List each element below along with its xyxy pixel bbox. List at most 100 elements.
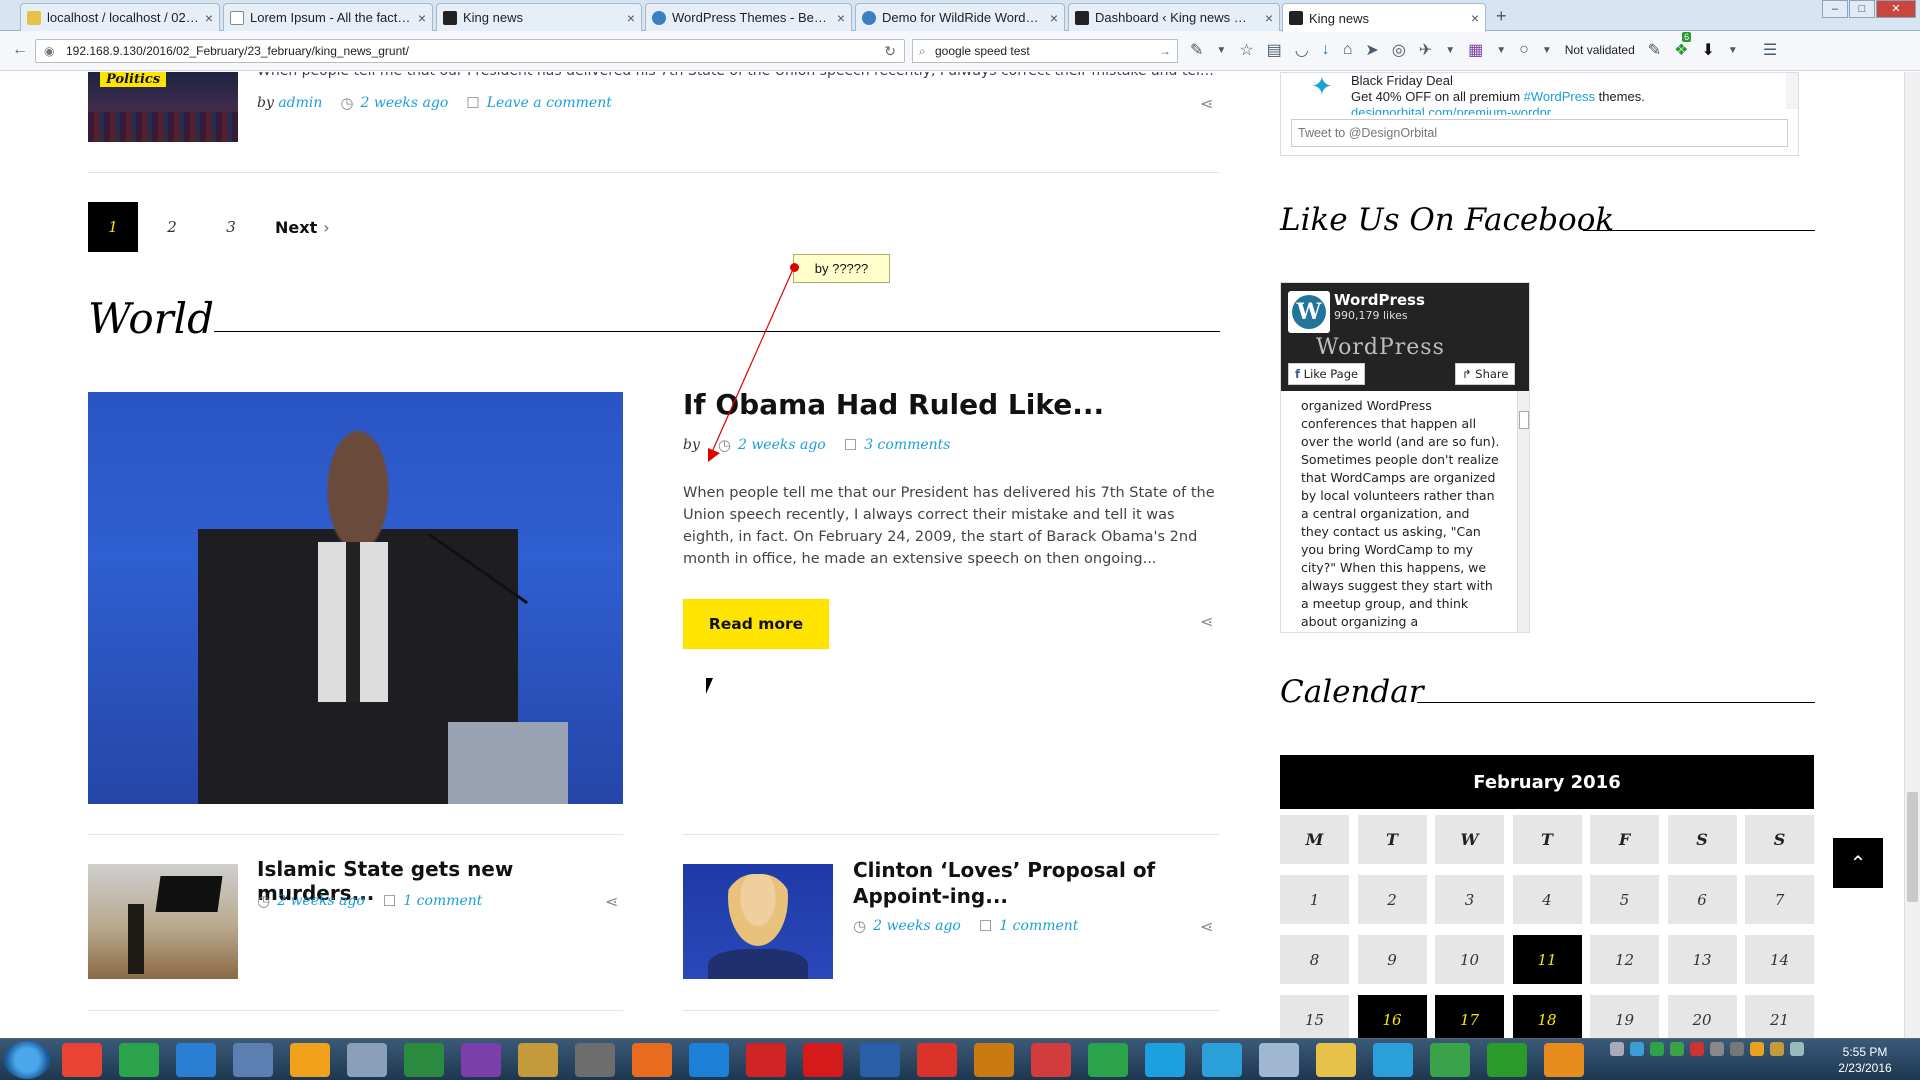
tweet-input[interactable]: Tweet to @DesignOrbital xyxy=(1291,119,1788,147)
calendar-day-with-posts[interactable]: 11 xyxy=(1512,935,1582,984)
chat-icon[interactable]: ◎ xyxy=(1392,40,1406,60)
taskbar-app-icon[interactable] xyxy=(1031,1043,1071,1077)
taskbar-app-icon[interactable] xyxy=(689,1043,729,1077)
pen-icon[interactable] xyxy=(1790,1042,1804,1056)
tray-arrow-icon[interactable] xyxy=(1610,1042,1624,1056)
taskbar-app-icon[interactable] xyxy=(1316,1043,1356,1077)
dropdown-icon[interactable]: ▼ xyxy=(1728,45,1738,56)
browser-tab[interactable]: Dashboard ‹ King news — ... × xyxy=(1068,3,1280,31)
share-icon[interactable]: ⋖ xyxy=(605,892,618,912)
close-tab-icon[interactable]: × xyxy=(837,10,845,26)
taskbar-app-icon[interactable] xyxy=(803,1043,843,1077)
date-link[interactable]: 2 weeks ago xyxy=(277,893,365,909)
taskbar-app-icon[interactable] xyxy=(1259,1043,1299,1077)
browser-tab[interactable]: localhost / localhost / 02-2... × xyxy=(20,3,220,31)
network-icon[interactable] xyxy=(1710,1042,1724,1056)
home-icon[interactable]: ⌂ xyxy=(1343,41,1353,59)
close-tab-icon[interactable]: × xyxy=(418,10,426,26)
taskbar-app-icon[interactable] xyxy=(1145,1043,1185,1077)
back-icon[interactable]: ← xyxy=(12,41,28,59)
dropdown-icon[interactable]: ▼ xyxy=(1496,45,1506,56)
validation-status[interactable]: Not validated xyxy=(1565,43,1635,57)
comments-link[interactable]: Leave a comment xyxy=(487,95,612,111)
hashtag-link[interactable]: #WordPress xyxy=(1524,89,1595,104)
taskbar-app-icon[interactable] xyxy=(974,1043,1014,1077)
scroll-thumb[interactable] xyxy=(1907,792,1918,902)
taskbar-app-icon[interactable] xyxy=(860,1043,900,1077)
featured-image[interactable] xyxy=(88,392,623,804)
post-thumbnail[interactable] xyxy=(683,864,833,979)
status-circle-icon[interactable]: ○ xyxy=(1519,41,1529,59)
dropdown-icon[interactable]: ▼ xyxy=(1216,45,1226,56)
taskbar-app-icon[interactable] xyxy=(1373,1043,1413,1077)
close-tab-icon[interactable]: × xyxy=(627,10,635,26)
facebook-page-name[interactable]: WordPress xyxy=(1334,291,1425,309)
close-window-icon[interactable]: ✕ xyxy=(1876,0,1916,18)
comments-link[interactable]: 3 comments xyxy=(864,437,950,453)
pocket-edit-icon[interactable]: ✎ xyxy=(1190,40,1203,60)
next-page-link[interactable]: Next › xyxy=(275,218,330,237)
maximize-icon[interactable]: □ xyxy=(1849,0,1875,18)
taskbar-app-icon[interactable] xyxy=(518,1043,558,1077)
browser-tab[interactable]: Demo for WildRide WordPr... × xyxy=(855,3,1065,31)
download-arrow-icon[interactable]: ⬇ xyxy=(1702,40,1715,60)
tray-app-icon[interactable] xyxy=(1630,1042,1644,1056)
taskbar-app-icon[interactable] xyxy=(746,1043,786,1077)
wordpress-logo-icon[interactable]: W xyxy=(1288,291,1330,333)
pocket-icon[interactable]: ◡ xyxy=(1295,40,1309,60)
category-tag[interactable]: Politics xyxy=(100,72,167,87)
author-link[interactable]: admin xyxy=(278,95,322,111)
comments-link[interactable]: 1 comment xyxy=(403,893,482,909)
new-tab-icon[interactable]: + xyxy=(1496,6,1507,27)
facebook-scrollbar[interactable] xyxy=(1517,391,1529,632)
like-page-button[interactable]: f Like Page xyxy=(1288,363,1366,385)
system-clock[interactable]: 5:55 PM 2/23/2016 xyxy=(1820,1044,1910,1076)
taskbar-app-icon[interactable] xyxy=(632,1043,672,1077)
taskbar-app-icon[interactable] xyxy=(575,1043,615,1077)
calendar-day-with-posts[interactable]: 18 xyxy=(1512,995,1582,1044)
close-tab-icon[interactable]: × xyxy=(205,10,213,26)
tray-app-icon[interactable] xyxy=(1670,1042,1684,1056)
browser-tab[interactable]: King news × xyxy=(436,3,642,31)
taskbar-app-icon[interactable] xyxy=(404,1043,444,1077)
taskbar-app-icon[interactable] xyxy=(1544,1043,1584,1077)
featured-post-title[interactable]: If Obama Had Ruled Like... xyxy=(683,388,1104,421)
post-thumbnail[interactable] xyxy=(88,864,238,979)
taskbar-app-icon[interactable] xyxy=(347,1043,387,1077)
share-icon[interactable]: ⋖ xyxy=(1200,917,1213,937)
browser-tab-active[interactable]: King news × xyxy=(1282,3,1486,32)
evernote-icon[interactable]: ❖ 6 xyxy=(1674,32,1692,60)
date-link[interactable]: 2 weeks ago xyxy=(361,95,449,111)
page-info-icon[interactable]: ◉ xyxy=(44,40,54,62)
taskbar-app-icon[interactable] xyxy=(62,1043,102,1077)
download-icon[interactable]: ↓ xyxy=(1322,41,1330,59)
calendar-day-with-posts[interactable]: 17 xyxy=(1435,995,1504,1044)
comments-link[interactable]: 1 comment xyxy=(999,918,1078,934)
taskbar-app-icon[interactable] xyxy=(1088,1043,1128,1077)
share-icon[interactable]: ⋖ xyxy=(1200,612,1213,632)
tray-app-icon[interactable] xyxy=(1770,1042,1784,1056)
taskbar-app-icon[interactable] xyxy=(233,1043,273,1077)
tweet-scrollbar[interactable] xyxy=(1786,73,1798,109)
send-icon[interactable]: ➤ xyxy=(1365,40,1378,60)
dropdown-icon[interactable]: ▼ xyxy=(1445,45,1455,56)
post-title[interactable]: Clinton ‘Loves’ Proposal of Appoint-ing.… xyxy=(853,857,1223,909)
taskbar-app-icon[interactable] xyxy=(290,1043,330,1077)
address-bar[interactable]: ◉ 192.168.9.130/2016/02_February/23_febr… xyxy=(35,39,905,63)
date-link[interactable]: 2 weeks ago xyxy=(738,437,826,453)
volume-icon[interactable] xyxy=(1730,1042,1744,1056)
close-tab-icon[interactable]: × xyxy=(1471,10,1479,26)
page-link[interactable]: 3 xyxy=(206,202,256,252)
minimize-icon[interactable]: – xyxy=(1822,0,1848,18)
tray-app-icon[interactable] xyxy=(1750,1042,1764,1056)
close-tab-icon[interactable]: × xyxy=(1050,10,1058,26)
start-button[interactable] xyxy=(4,1041,50,1079)
calendar-day-with-posts[interactable]: 16 xyxy=(1357,995,1427,1044)
share-icon[interactable]: ⋖ xyxy=(1200,94,1213,114)
date-link[interactable]: 2 weeks ago xyxy=(873,918,961,934)
taskbar-app-icon[interactable] xyxy=(917,1043,957,1077)
taskbar-app-icon[interactable] xyxy=(1202,1043,1242,1077)
dropdown-icon[interactable]: ▼ xyxy=(1542,45,1552,56)
page-scrollbar[interactable] xyxy=(1904,72,1920,1038)
read-more-button[interactable]: Read more xyxy=(683,599,829,649)
